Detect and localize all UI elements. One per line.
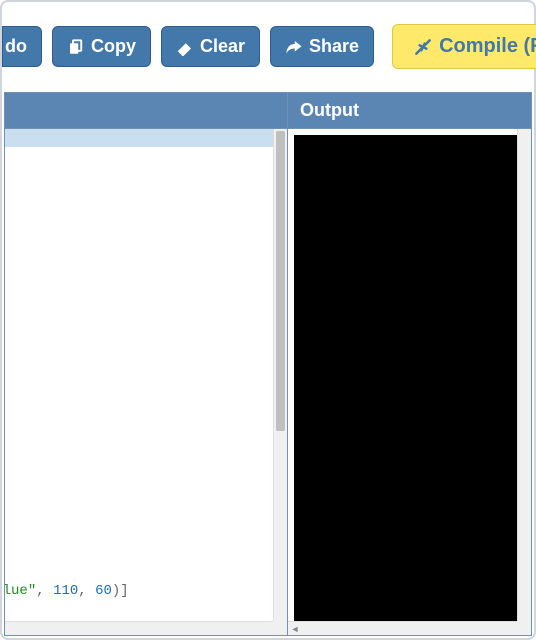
editor-active-line: [5, 129, 273, 147]
eraser-icon: [176, 38, 194, 56]
editor-pane: "blue", 110, 60)]: [4, 92, 287, 636]
code-number-token: 60: [95, 583, 112, 599]
output-pane-header: Output: [288, 93, 531, 129]
editor-body[interactable]: "blue", 110, 60)]: [5, 129, 287, 635]
panes: "blue", 110, 60)] Output ◄: [4, 92, 532, 636]
copy-button[interactable]: Copy: [52, 26, 151, 67]
share-button[interactable]: Share: [270, 26, 374, 67]
share-button-label: Share: [309, 36, 359, 57]
clear-button[interactable]: Clear: [161, 26, 260, 67]
editor-code-fragment[interactable]: "blue", 110, 60)]: [5, 567, 129, 615]
compile-button[interactable]: Compile (F5): [392, 24, 536, 69]
output-scrollbar-vertical[interactable]: [517, 129, 531, 621]
output-scrollbar-horizontal[interactable]: ◄: [288, 621, 517, 635]
compile-button-label: Compile (F5): [439, 35, 536, 58]
output-canvas: [294, 135, 517, 621]
app-frame: do Copy Clear Share Compile (F5): [0, 0, 536, 640]
scrollbar-corner: [517, 621, 531, 635]
scroll-left-arrow[interactable]: ◄: [290, 624, 300, 634]
code-string-token: "blue": [5, 583, 36, 599]
editor-scrollbar-vertical[interactable]: [273, 129, 287, 621]
code-number-token: 110: [53, 583, 78, 599]
clear-button-label: Clear: [200, 36, 245, 57]
toolbar: do Copy Clear Share Compile (F5): [2, 12, 534, 81]
editor-pane-header: [5, 93, 287, 129]
redo-button[interactable]: do: [2, 26, 42, 67]
copy-icon: [67, 38, 85, 56]
compile-icon: [413, 37, 433, 57]
editor-scrollbar-horizontal[interactable]: [5, 621, 273, 635]
redo-button-label: do: [5, 36, 27, 57]
output-pane: Output ◄: [287, 92, 532, 636]
output-body: ◄: [288, 129, 531, 635]
scrollbar-corner: [273, 621, 287, 635]
copy-button-label: Copy: [91, 36, 136, 57]
share-icon: [285, 38, 303, 56]
